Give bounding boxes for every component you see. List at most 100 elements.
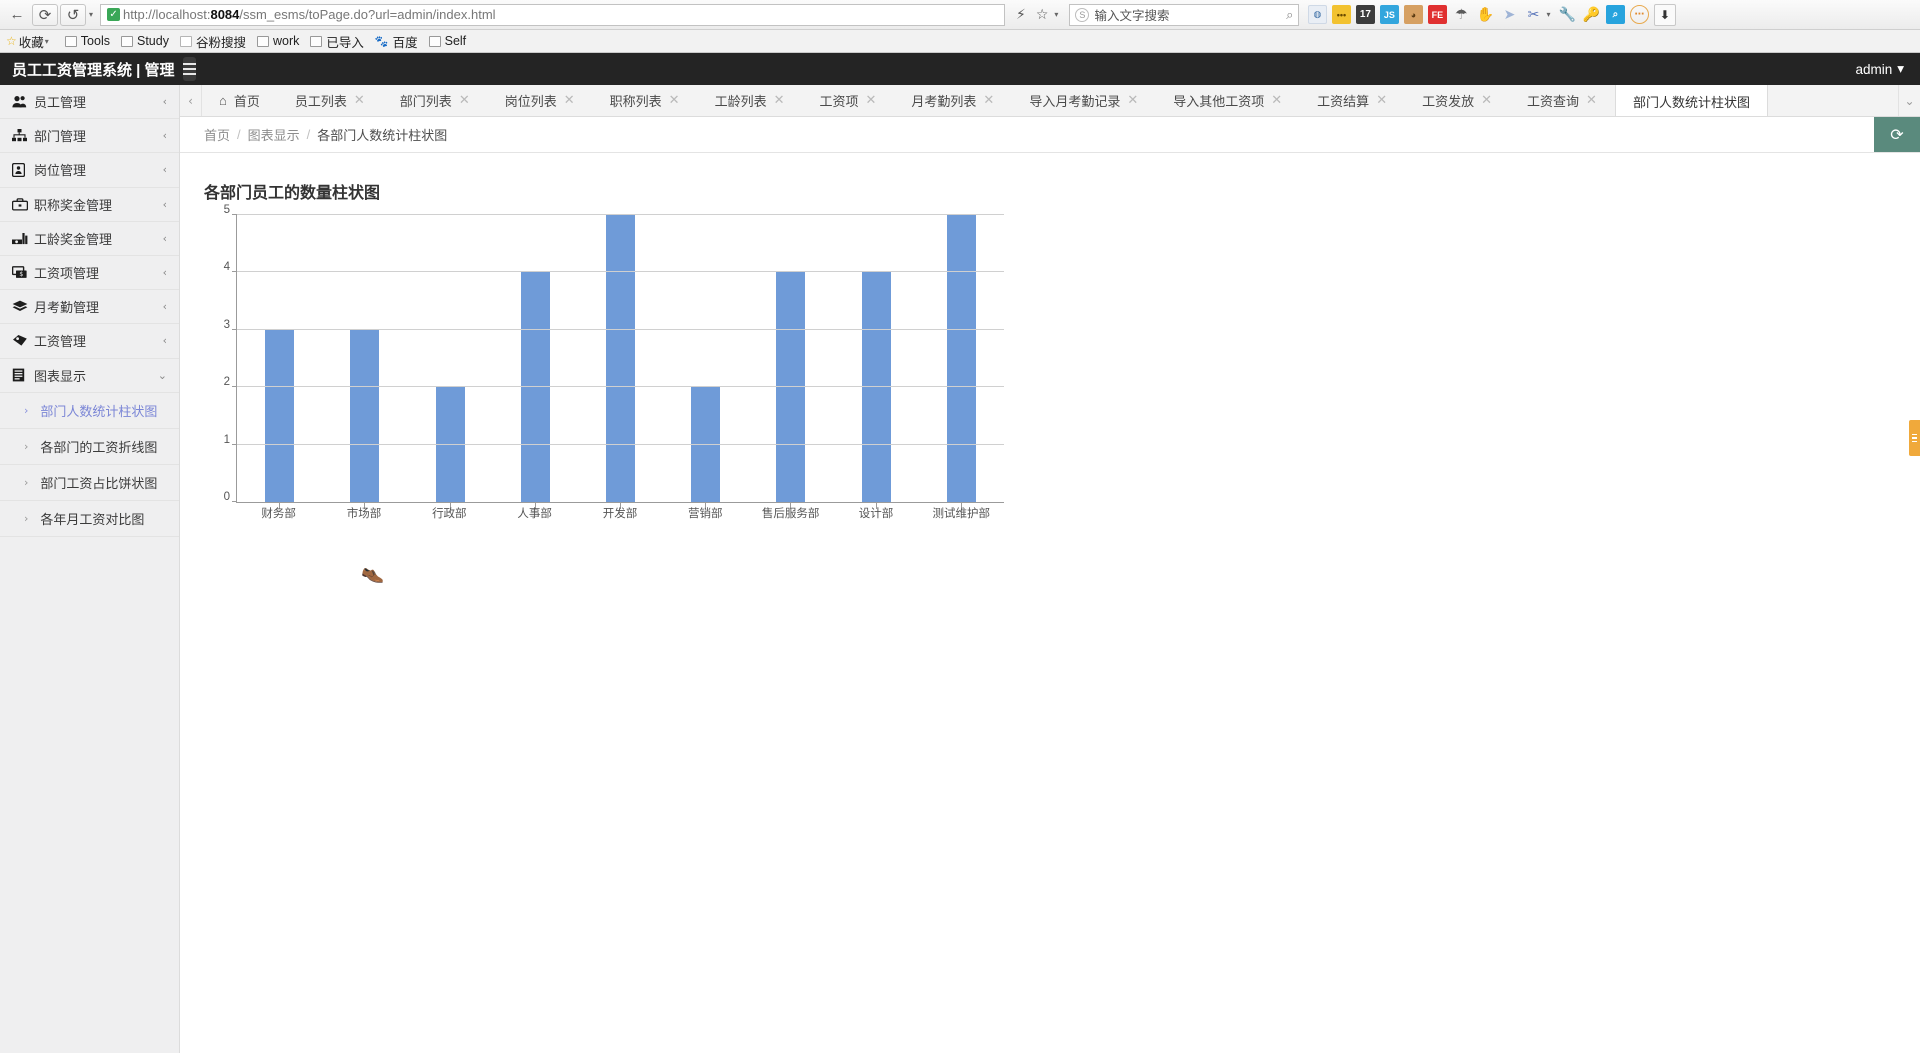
key-icon[interactable]: 🔑 bbox=[1582, 5, 1601, 24]
chart-bar[interactable] bbox=[861, 272, 891, 502]
bookmark-study[interactable]: Study bbox=[120, 34, 169, 48]
back-arrow-icon[interactable]: ← bbox=[4, 4, 30, 26]
bookmark-gufen[interactable]: 谷粉搜搜 bbox=[179, 32, 246, 51]
history-icon[interactable]: ↺ bbox=[60, 3, 86, 26]
chart-gridline bbox=[237, 443, 1004, 445]
sidebar-subitem-yearly-compare[interactable]: › 各年月工资对比图 bbox=[0, 501, 179, 537]
chart-y-tick-label: 0 bbox=[223, 491, 230, 503]
close-icon[interactable]: ✕ bbox=[1127, 93, 1138, 108]
tab-salary-payment[interactable]: 工资发放 ✕ bbox=[1405, 85, 1510, 116]
bookmark-baidu[interactable]: 🐾 百度 bbox=[375, 32, 418, 51]
calendar-17-icon[interactable]: 17 bbox=[1355, 5, 1375, 24]
close-icon[interactable]: ✕ bbox=[459, 93, 470, 108]
close-icon[interactable]: ✕ bbox=[669, 93, 680, 108]
close-icon[interactable]: ✕ bbox=[1481, 93, 1492, 108]
tab-seniority-list[interactable]: 工龄列表 ✕ bbox=[698, 85, 803, 116]
more-dots-icon[interactable]: ⋯ bbox=[1629, 5, 1649, 24]
tab-menu-button[interactable]: ⌄ bbox=[1898, 85, 1920, 116]
close-icon[interactable]: ✕ bbox=[866, 93, 877, 108]
bookmark-favorites[interactable]: ☆ 收藏 ▾ bbox=[6, 32, 54, 51]
tab-import-other-salary[interactable]: 导入其他工资项 ✕ bbox=[1156, 85, 1300, 116]
sidebar-item-title-bonus[interactable]: 职称奖金管理 ‹ bbox=[0, 188, 179, 222]
close-icon[interactable]: ✕ bbox=[1376, 93, 1387, 108]
parachute-icon[interactable]: ☂ bbox=[1452, 5, 1471, 24]
chevron-down-icon[interactable]: ▾ bbox=[45, 37, 49, 46]
sidebar-subitem-pie-chart[interactable]: › 部门工资占比饼状图 bbox=[0, 465, 179, 501]
chart-bar[interactable] bbox=[605, 215, 635, 502]
sidebar-item-salary-item[interactable]: $ 工资项管理 ‹ bbox=[0, 256, 179, 291]
sidebar-item-label: 工资管理 bbox=[34, 334, 87, 350]
sidebar-item-salary[interactable]: 工资管理 ‹ bbox=[0, 324, 179, 359]
app-brand[interactable]: 员工工资管理系统 | 管理 bbox=[0, 57, 196, 81]
tab-salary-item[interactable]: 工资项 ✕ bbox=[802, 85, 894, 116]
feedback-tab[interactable] bbox=[1909, 420, 1920, 456]
wrench-icon[interactable]: 🔧 bbox=[1558, 5, 1577, 24]
sidebar-item-department[interactable]: 部门管理 ‹ bbox=[0, 119, 179, 154]
chart-bar[interactable] bbox=[946, 215, 976, 502]
bookmark-tools[interactable]: Tools bbox=[64, 34, 110, 48]
refresh-button[interactable]: ⟳ bbox=[1874, 117, 1920, 152]
bookmark-star-icon[interactable]: ☆ bbox=[1036, 6, 1049, 23]
sidebar-item-seniority-bonus[interactable]: 工龄奖金管理 ‹ bbox=[0, 222, 179, 256]
sidebar-subitem-line-chart[interactable]: › 各部门的工资折线图 bbox=[0, 429, 179, 465]
tab-import-attendance[interactable]: 导入月考勤记录 ✕ bbox=[1012, 85, 1156, 116]
lightning-icon[interactable]: ⚡ bbox=[1016, 6, 1026, 23]
chart-bar[interactable] bbox=[265, 329, 295, 502]
bookmark-work[interactable]: work bbox=[256, 34, 299, 48]
sidebar-item-employee[interactable]: 员工管理 ‹ bbox=[0, 85, 179, 120]
notes-icon[interactable]: ••• bbox=[1331, 5, 1351, 24]
tab-employee-list[interactable]: 员工列表 ✕ bbox=[278, 85, 383, 116]
tab-scroll-left-button[interactable]: ‹ bbox=[180, 85, 202, 116]
reload-icon[interactable]: ⟳ bbox=[32, 3, 58, 26]
close-icon[interactable]: ✕ bbox=[983, 93, 994, 108]
bookmark-caret-icon[interactable]: ▾ bbox=[1054, 10, 1058, 19]
opera-icon[interactable]: ◍ bbox=[1307, 5, 1327, 24]
breadcrumb-item-home[interactable]: 首页 bbox=[204, 125, 230, 144]
js-icon[interactable]: JS bbox=[1379, 5, 1399, 24]
tab-salary-query[interactable]: 工资查询 ✕ bbox=[1510, 85, 1615, 116]
history-dropdown-caret-icon[interactable]: ▾ bbox=[89, 10, 93, 19]
chevron-left-icon: ‹ bbox=[162, 95, 167, 109]
sidebar-subitem-bar-chart[interactable]: › 部门人数统计柱状图 bbox=[0, 393, 179, 429]
scissors-icon[interactable]: ✂ bbox=[1524, 5, 1543, 24]
search-icon[interactable]: ⌕ bbox=[1286, 7, 1293, 23]
search-engine-icon[interactable]: S bbox=[1075, 7, 1090, 22]
chevron-down-icon: ⌄ bbox=[157, 368, 167, 382]
folder-icon bbox=[256, 35, 269, 47]
sidebar-item-position[interactable]: 岗位管理 ‹ bbox=[0, 153, 179, 188]
close-icon[interactable]: ✕ bbox=[774, 93, 785, 108]
cursor-arrow-icon[interactable]: ➤ bbox=[1500, 5, 1519, 24]
chart-x-axis-label: 财务部 bbox=[261, 508, 296, 520]
bookmark-imported[interactable]: 已导入 bbox=[310, 32, 364, 51]
screenshot-search-icon[interactable]: ⌕ bbox=[1605, 5, 1625, 24]
bookmark-self[interactable]: Self bbox=[428, 34, 466, 48]
hamburger-icon[interactable] bbox=[182, 57, 196, 81]
breadcrumb-item-charts[interactable]: 图表显示 bbox=[248, 125, 300, 144]
tab-title-list[interactable]: 职称列表 ✕ bbox=[593, 85, 698, 116]
tab-department-headcount-bar-chart[interactable]: 部门人数统计柱状图 bbox=[1614, 85, 1768, 116]
close-icon[interactable]: ✕ bbox=[1271, 93, 1282, 108]
chart-bar[interactable] bbox=[520, 272, 550, 502]
close-icon[interactable]: ✕ bbox=[354, 93, 365, 108]
close-icon[interactable]: ✕ bbox=[1586, 93, 1597, 108]
chart-bar[interactable] bbox=[350, 329, 380, 502]
user-menu[interactable]: admin ▾ bbox=[1855, 61, 1904, 77]
tab-department-list[interactable]: 部门列表 ✕ bbox=[383, 85, 488, 116]
tab-position-list[interactable]: 岗位列表 ✕ bbox=[488, 85, 593, 116]
fe-icon[interactable]: FE bbox=[1427, 5, 1447, 24]
tab-bar: ‹ ⌂ 首页 员工列表 ✕ 部门列表 ✕ 岗位列表 ✕ 职称列表 ✕ 工龄列表 … bbox=[180, 85, 1920, 117]
sidebar-item-charts[interactable]: 图表显示 ⌄ bbox=[0, 359, 179, 393]
monkey-icon[interactable]: ◕ bbox=[1403, 5, 1423, 24]
page-icon bbox=[179, 35, 192, 47]
sidebar-item-attendance[interactable]: 月考勤管理 ‹ bbox=[0, 290, 179, 325]
close-icon[interactable]: ✕ bbox=[564, 93, 575, 108]
tab-attendance-list[interactable]: 月考勤列表 ✕ bbox=[894, 85, 1012, 116]
hand-icon[interactable]: ✋ bbox=[1476, 5, 1495, 24]
download-icon[interactable]: ⬇ bbox=[1653, 3, 1676, 26]
scissors-caret-icon[interactable]: ▾ bbox=[1546, 10, 1550, 19]
chart-bar[interactable] bbox=[776, 272, 806, 502]
tab-salary-settlement[interactable]: 工资结算 ✕ bbox=[1300, 85, 1405, 116]
address-bar[interactable]: ✓ http://localhost:8084/ssm_esms/toPage.… bbox=[100, 3, 1006, 26]
tab-home[interactable]: ⌂ 首页 bbox=[202, 85, 278, 116]
search-input[interactable]: S 输入文字搜索 ⌕ bbox=[1069, 3, 1300, 26]
